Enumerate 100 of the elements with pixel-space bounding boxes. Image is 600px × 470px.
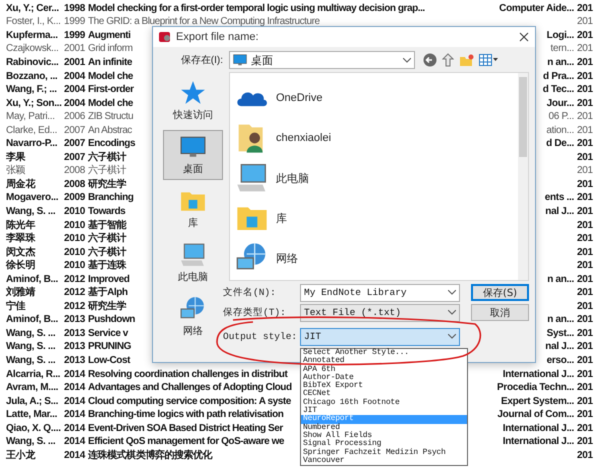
year-cell-text: 201	[577, 56, 594, 69]
title-cell: Model che	[88, 98, 133, 109]
author-cell-text: Kupferma...	[5, 30, 59, 42]
author-cell-text: Wang, S. ...	[5, 341, 56, 354]
year-cell-text: 201	[577, 152, 594, 164]
year-cell-text: 2004	[64, 70, 86, 82]
place-label: 桌面	[183, 162, 203, 176]
title-cell: Augmenti	[88, 30, 131, 41]
title-cell: 基于Alph	[88, 287, 128, 298]
places-item[interactable]: 快速访问	[163, 76, 223, 126]
year-cell-text: 201	[577, 246, 594, 259]
places-item[interactable]: 桌面	[163, 130, 223, 180]
author-cell-text: 徐长明	[4, 260, 36, 272]
year-cell-text: 2008	[64, 165, 86, 178]
year-cell-text: 2012	[64, 287, 86, 300]
places-item[interactable]: 库	[163, 184, 223, 234]
title-cell: 六子棋计	[88, 246, 126, 258]
title-cell: Branching	[88, 192, 134, 204]
year-cell-text: 201	[577, 192, 594, 204]
year-cell-text: 201	[577, 84, 594, 96]
author-cell-text: Wang, S. ...	[5, 436, 56, 448]
save-button[interactable]: 保存(S)	[471, 284, 529, 301]
journal-cell: erso...	[546, 354, 574, 367]
year-cell-text: 2014	[64, 368, 86, 381]
title-cell: Branching-time logics with path relativisation	[88, 409, 284, 420]
output-style-dropdown[interactable]: JIT	[300, 328, 460, 346]
title-cell: Improved	[88, 274, 130, 285]
title-cell: 研究生学	[88, 178, 126, 190]
journal-cell: Logi...	[546, 30, 574, 42]
places-item[interactable]: 网络	[163, 292, 223, 342]
year-cell-text: 2013	[64, 354, 86, 367]
title-cell: Pushdown	[88, 314, 135, 326]
year-cell-text: 201	[577, 341, 594, 354]
journal-cell: Journal of Com...	[497, 409, 574, 422]
title-cell: Service v	[88, 328, 128, 339]
file-name-field[interactable]: My EndNote Library	[300, 284, 460, 302]
year-cell-text: 2007	[64, 152, 86, 164]
journal-cell: Computer Aide...	[499, 2, 574, 15]
year-cell-text: 201	[577, 98, 594, 110]
author-cell-text: Wang, F.; ...	[5, 84, 58, 96]
title-cell: 基于智能	[88, 220, 126, 231]
year-cell-text: 1999	[64, 16, 86, 28]
title-cell: Model che	[88, 70, 133, 82]
year-cell-text: 201	[577, 30, 594, 42]
file-type-label: 保存类型(T):	[223, 306, 287, 319]
journal-cell: Expert System...	[500, 396, 574, 408]
author-cell-text: 张颖	[5, 165, 26, 178]
file-type-dropdown[interactable]: Text File (*.txt)	[300, 304, 460, 322]
year-cell-text: 2010	[64, 246, 86, 259]
places-item[interactable]: 此电脑	[163, 238, 223, 288]
author-cell-text: Foster, I., K...	[5, 16, 62, 28]
output-style-label: Output style:	[223, 331, 295, 342]
author-cell-text: Clarke, Ed...	[5, 124, 58, 137]
journal-cell: International J...	[502, 422, 574, 435]
journal-cell: ents ...	[544, 192, 574, 204]
author-cell-text: Jula, A.; S...	[5, 396, 60, 408]
author-cell-text: 闵文杰	[5, 246, 36, 259]
title-cell: 研究生学	[88, 300, 126, 312]
year-cell-text: 1998	[64, 2, 86, 15]
year-cell-text: 2013	[64, 328, 86, 340]
file-item[interactable]: 此电脑	[236, 161, 309, 195]
year-cell-text: 201	[577, 260, 594, 272]
title-cell: First-order	[88, 84, 134, 96]
cancel-button[interactable]: 取消	[471, 304, 529, 321]
save-in-dropdown[interactable]: 桌面	[229, 51, 415, 69]
title-cell: 六子棋计	[88, 165, 126, 176]
author-cell-text: Czajkowsk...	[5, 43, 60, 56]
title-cell: The GRID: a Blueprint for a New Computing Infrastructure	[88, 16, 320, 28]
title-cell: Low-Cost	[88, 354, 130, 366]
year-cell-text: 201	[577, 409, 594, 422]
year-cell-text: 201	[577, 422, 594, 435]
year-cell-text: 2013	[64, 341, 86, 354]
file-item[interactable]: 网络	[236, 241, 298, 275]
year-cell-text: 201	[577, 382, 594, 394]
year-cell-text: 201	[577, 178, 594, 191]
title-cell: Advantages and Challenges of Adopting Cloud	[88, 382, 292, 394]
journal-cell: International J...	[502, 368, 574, 381]
title-cell: PRUNING	[88, 341, 131, 352]
title-cell: Resolving coordination challenges in distribut	[88, 368, 288, 380]
title-cell: 六子棋计	[88, 152, 126, 163]
title-cell: Efficient QoS management for QoS-aware we	[88, 436, 284, 448]
journal-cell: d Tec...	[542, 84, 574, 96]
journal-cell: 06 P...	[548, 111, 574, 124]
year-cell-text: 2009	[64, 192, 86, 204]
journal-cell: nal J...	[545, 206, 574, 218]
file-item[interactable]: OneDrive	[236, 81, 322, 115]
author-cell-text: Qiao, X. Q....	[5, 422, 62, 435]
year-cell-text: 2004	[64, 84, 86, 96]
author-cell-text: Wang, S. ...	[5, 206, 56, 218]
file-item[interactable]: 库	[236, 201, 287, 235]
year-cell-text: 201	[577, 70, 594, 82]
journal-cell: d Pra...	[543, 70, 574, 82]
year-cell-text: 2006	[64, 111, 86, 124]
year-cell-text: 201	[577, 436, 594, 448]
year-cell-text: 2014	[64, 409, 86, 422]
title-cell: An Abstrac	[88, 124, 132, 136]
file-item[interactable]: chenxiaolei	[236, 121, 332, 155]
title-cell: 六子棋计	[88, 233, 126, 244]
year-cell-text: 201	[577, 328, 594, 340]
author-cell-text: 李翠珠	[5, 233, 36, 246]
